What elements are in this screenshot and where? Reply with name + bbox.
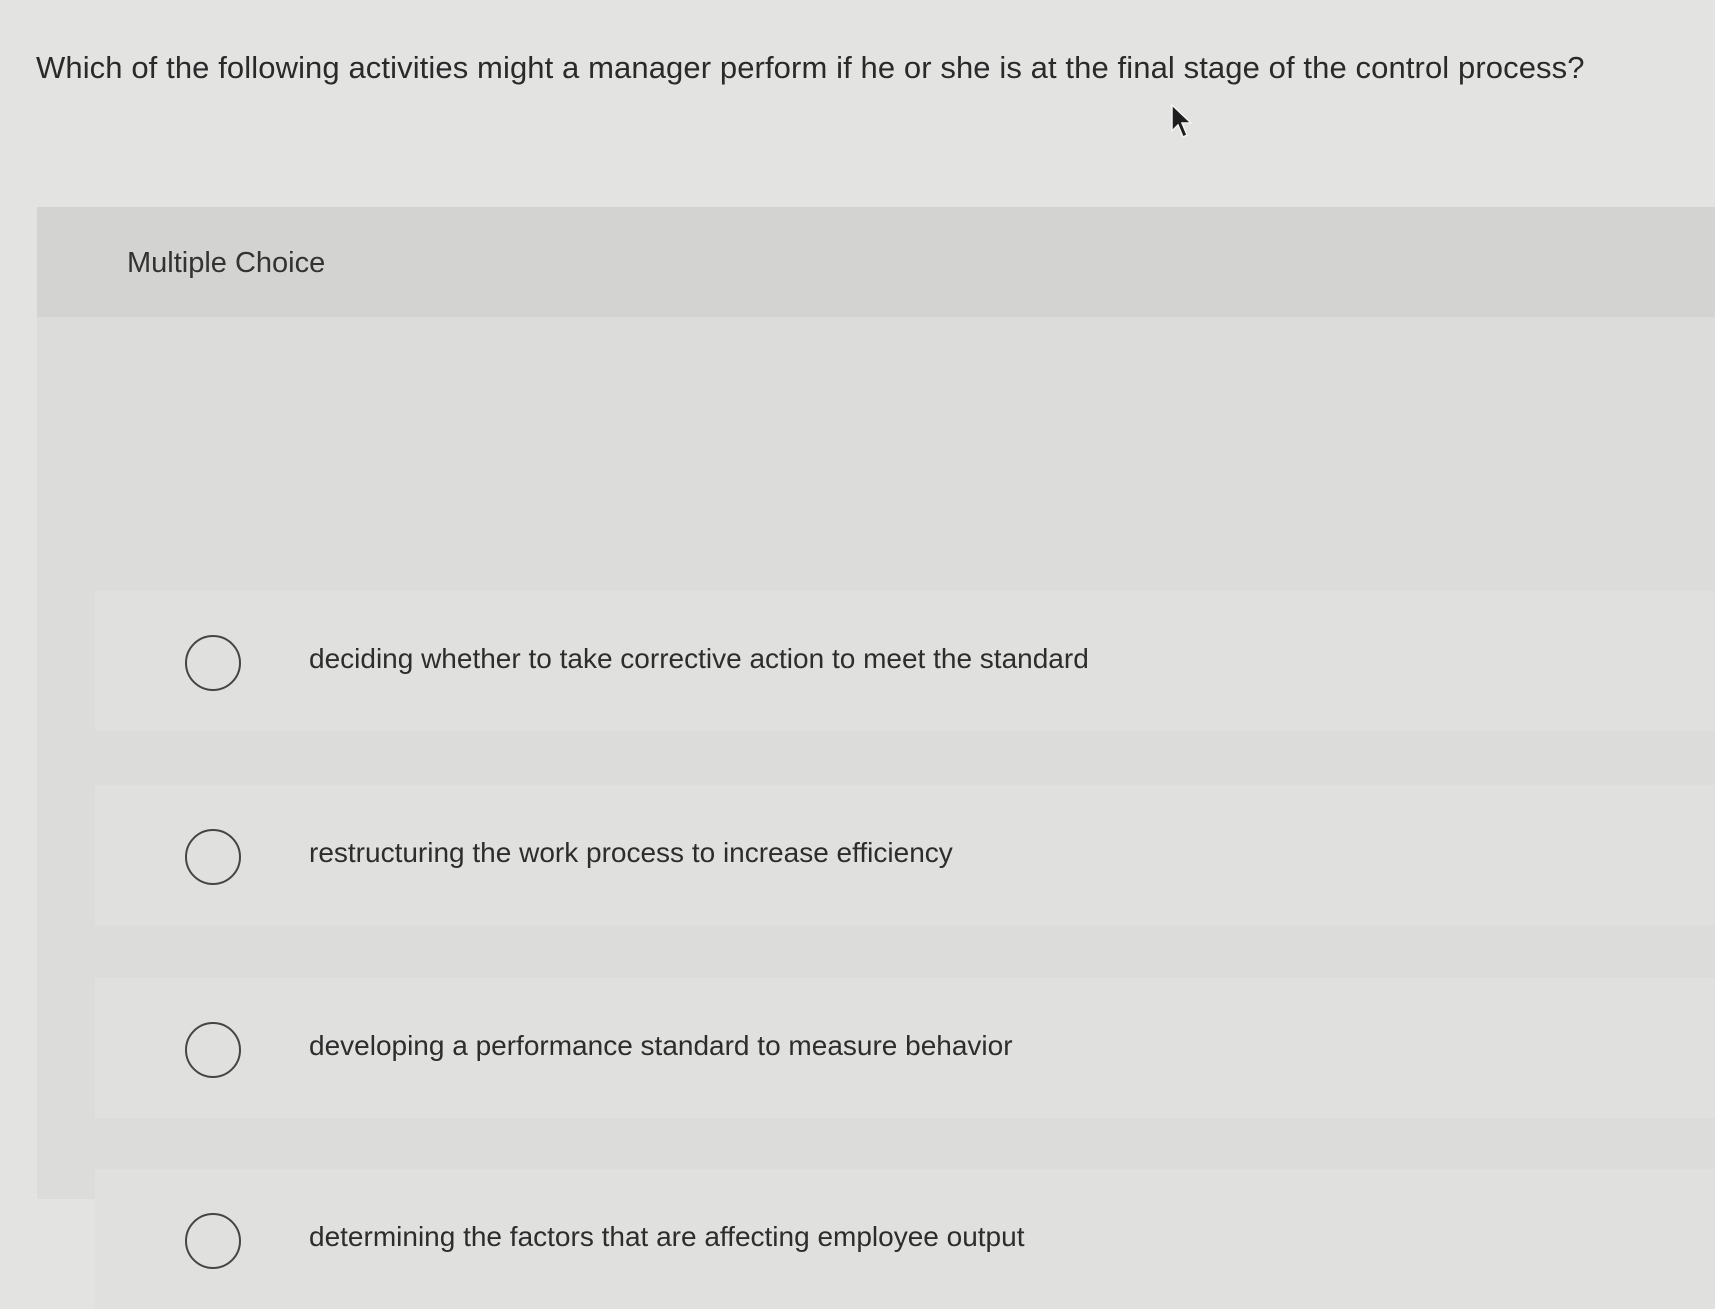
question-text: Which of the following activities might …	[36, 50, 1585, 85]
multiple-choice-panel: Multiple Choice deciding whether to take…	[37, 207, 1715, 1309]
radio-button-icon[interactable]	[185, 635, 241, 691]
answer-option-label[interactable]: developing a performance standard to mea…	[309, 1030, 1013, 1062]
panel-header: Multiple Choice	[37, 207, 1715, 317]
answer-option-label[interactable]: deciding whether to take corrective acti…	[309, 643, 1089, 675]
answer-option-3[interactable]: developing a performance standard to mea…	[95, 978, 1715, 1118]
panel-title: Multiple Choice	[127, 247, 326, 279]
radio-button-icon[interactable]	[185, 1022, 241, 1078]
radio-button-icon[interactable]	[185, 829, 241, 885]
radio-button-icon[interactable]	[185, 1213, 241, 1269]
answer-option-2[interactable]: restructuring the work process to increa…	[95, 785, 1715, 925]
answer-option-4[interactable]: determining the factors that are affecti…	[95, 1169, 1715, 1309]
answer-option-label[interactable]: determining the factors that are affecti…	[309, 1221, 1024, 1253]
answer-option-label[interactable]: restructuring the work process to increa…	[309, 837, 953, 869]
answer-option-1[interactable]: deciding whether to take corrective acti…	[95, 591, 1715, 731]
mouse-pointer-icon	[1171, 103, 1193, 139]
